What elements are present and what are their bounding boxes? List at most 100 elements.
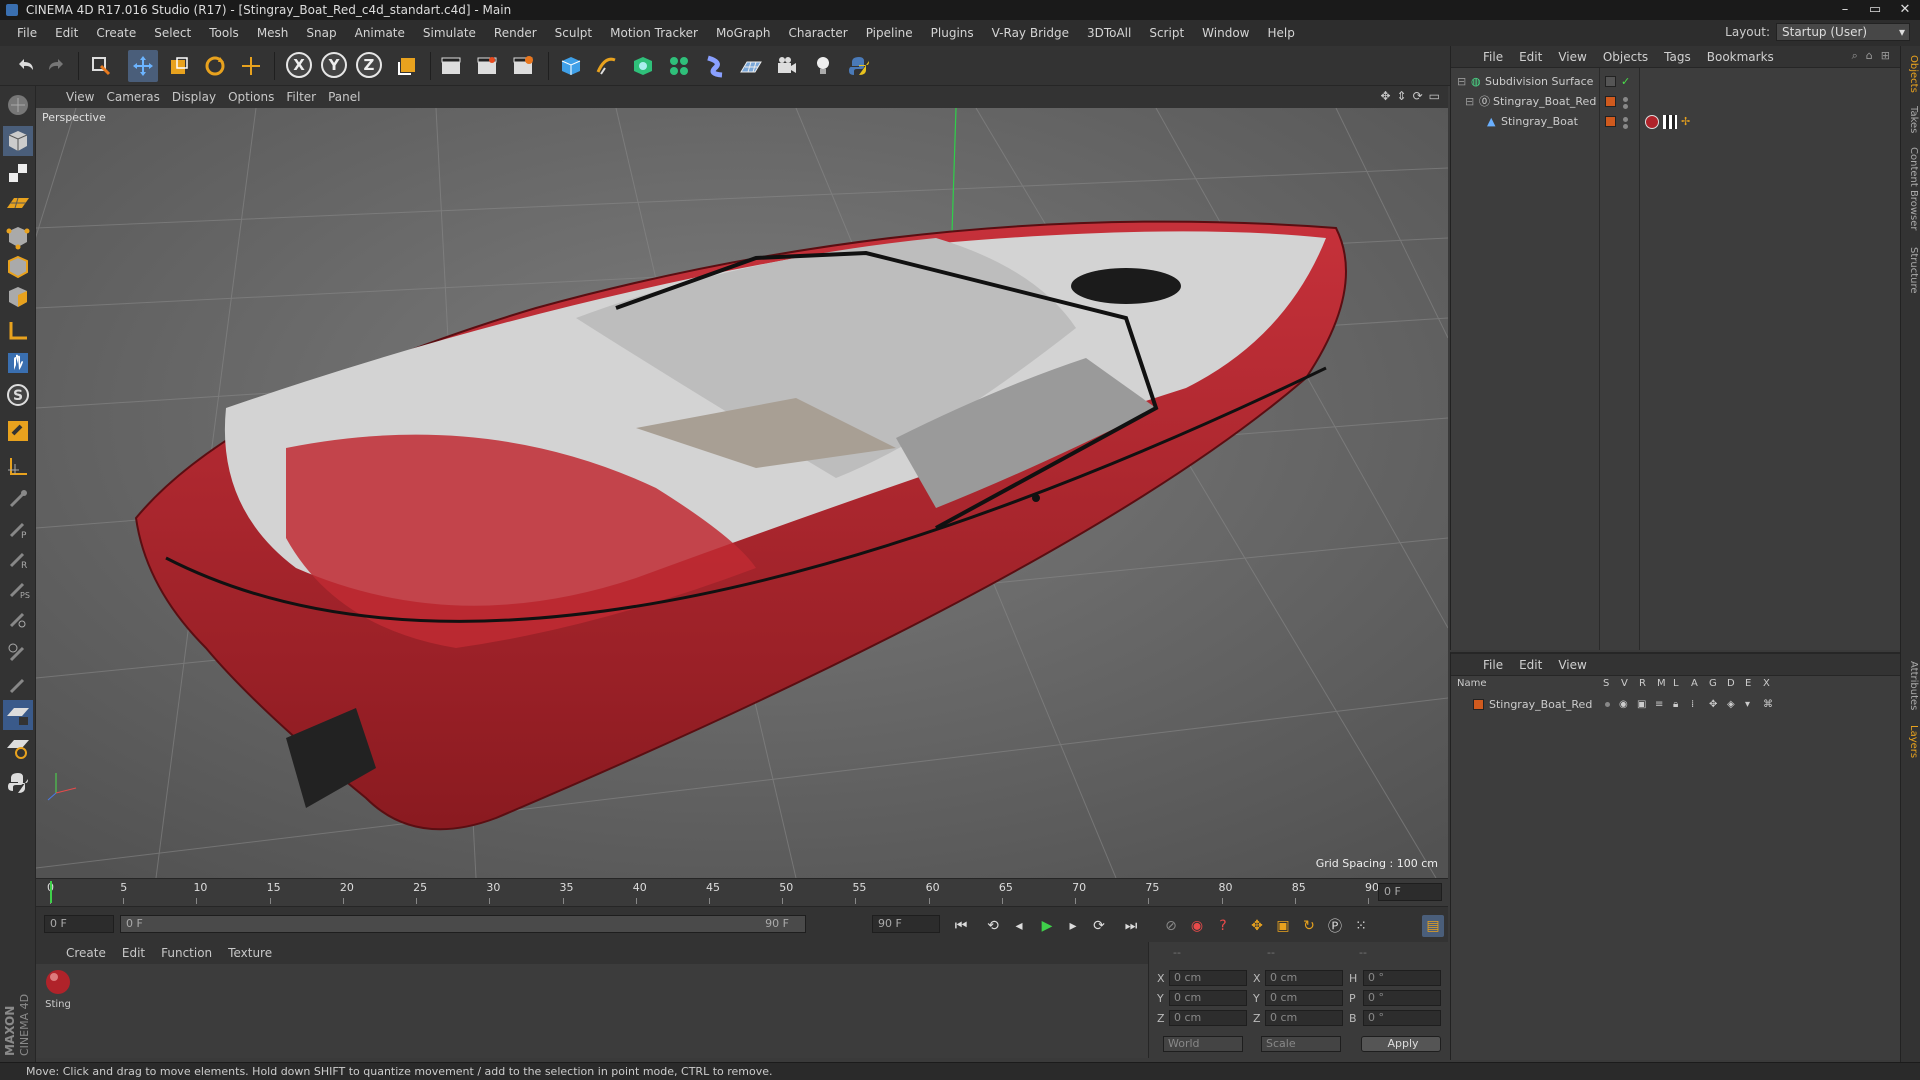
grid-lock-button[interactable] — [3, 700, 33, 730]
go-to-previous-frame-button[interactable]: ◂ — [1008, 915, 1030, 937]
magnet-button[interactable] — [3, 416, 33, 446]
maximize-button[interactable]: ▭ — [1860, 0, 1890, 20]
tab-takes[interactable]: Takes — [1903, 102, 1919, 138]
add-floor-button[interactable] — [736, 50, 766, 82]
layout-select[interactable]: Startup (User) — [1776, 23, 1910, 41]
enabled-check-icon[interactable]: ✓ — [1621, 72, 1630, 92]
menu-script[interactable]: Script — [1140, 20, 1193, 46]
max-frame-field[interactable]: 90 F — [872, 915, 940, 933]
workplane-mode-button[interactable] — [3, 188, 33, 218]
go-to-next-key-button[interactable]: ⟳ — [1088, 915, 1110, 937]
layer-name[interactable]: Stingray_Boat_Red — [1489, 696, 1592, 714]
layer-lock-icon[interactable]: 🔒︎ — [1673, 696, 1678, 714]
menu-sculpt[interactable]: Sculpt — [546, 20, 601, 46]
go-to-start-button[interactable]: ⏮ — [950, 915, 972, 937]
key-position-button[interactable]: ✥ — [1246, 915, 1268, 937]
tab-content-browser[interactable]: Content Browser — [1903, 144, 1919, 234]
viewport-camera-label[interactable]: Perspective — [42, 111, 106, 124]
viewport-zoom-icon[interactable]: ⇕ — [1397, 89, 1407, 103]
viewport-pan-icon[interactable]: ✥ — [1380, 89, 1390, 103]
menu-edit[interactable]: Edit — [46, 20, 87, 46]
objects-menu-bookmarks[interactable]: Bookmarks — [1707, 50, 1790, 64]
objects-menu-objects[interactable]: Objects — [1603, 50, 1664, 64]
enable-axis-button[interactable] — [3, 732, 33, 762]
layers-menu-view[interactable]: View — [1558, 658, 1602, 672]
timeline-ruler[interactable]: 051015202530354045505560657075808590 0 F — [36, 878, 1448, 906]
material-menu-edit[interactable]: Edit — [122, 946, 161, 960]
menu-character[interactable]: Character — [779, 20, 856, 46]
coord-size-z-field[interactable]: 0 cm — [1265, 1010, 1343, 1026]
key-rotation-button[interactable]: ↻ — [1298, 915, 1320, 937]
coord-apply-button[interactable]: Apply — [1361, 1036, 1441, 1052]
python-script-button[interactable] — [844, 50, 874, 82]
render-visibility-dot[interactable] — [1623, 104, 1628, 109]
key-parameter-button[interactable]: Ⓟ — [1324, 915, 1346, 937]
redo-button[interactable] — [42, 50, 72, 82]
polygons-mode-button[interactable] — [3, 282, 33, 312]
menu-file[interactable]: File — [8, 20, 46, 46]
objects-menu-view[interactable]: View — [1558, 50, 1602, 64]
tab-attributes[interactable]: Attributes — [1903, 656, 1919, 716]
sculpt-brush-4-button[interactable]: PS — [3, 574, 33, 604]
layer-expression-icon[interactable]: ▾ — [1745, 696, 1750, 714]
python-button[interactable] — [3, 768, 33, 798]
menu-simulate[interactable]: Simulate — [414, 20, 485, 46]
menu-tools[interactable]: Tools — [200, 20, 248, 46]
material-menu-texture[interactable]: Texture — [228, 946, 288, 960]
menu-plugins[interactable]: Plugins — [922, 20, 983, 46]
axis-mode-button[interactable] — [3, 316, 33, 346]
material-item[interactable]: Sting — [42, 968, 74, 1010]
playhead-marker[interactable] — [50, 881, 52, 903]
layer-color-swatch[interactable] — [1605, 96, 1616, 107]
tweak-mode-button[interactable] — [3, 348, 33, 378]
play-forward-button[interactable]: ▶ — [1036, 915, 1058, 937]
objects-menu-edit[interactable]: Edit — [1519, 50, 1558, 64]
layer-color-swatch[interactable] — [1605, 116, 1616, 127]
object-row[interactable]: ⊟ ⓪ Stingray_Boat_Red — [1451, 92, 1901, 112]
autokeying-button[interactable]: ◉ — [1186, 915, 1208, 937]
viewport-rotate-icon[interactable]: ⟳ — [1413, 89, 1423, 103]
texture-tag-icon[interactable] — [1663, 115, 1677, 129]
search-icon[interactable]: ⌕ — [1852, 49, 1858, 63]
tab-structure[interactable]: Structure — [1903, 242, 1919, 298]
expand-icon[interactable]: ⊞ — [1881, 49, 1890, 63]
visibility-dot[interactable] — [1623, 97, 1628, 102]
keyframe-selection-button[interactable]: ? — [1212, 915, 1234, 937]
layer-color-swatch[interactable] — [1473, 699, 1484, 710]
timeline-end-field[interactable]: 0 F — [1378, 883, 1442, 901]
menu-3dtoall[interactable]: 3DToAll — [1078, 20, 1140, 46]
layers-menu-edit[interactable]: Edit — [1519, 658, 1558, 672]
material-tag-icon[interactable] — [1645, 115, 1659, 129]
coordinate-system-button[interactable] — [392, 50, 422, 82]
objects-menu-file[interactable]: File — [1483, 50, 1519, 64]
go-to-previous-key-button[interactable]: ⟲ — [982, 915, 1004, 937]
add-cube-button[interactable] — [556, 50, 586, 82]
layer-deformer-icon[interactable]: ◈ — [1727, 696, 1735, 714]
viewport-menu-view[interactable]: View — [66, 90, 106, 104]
menu-vray-bridge[interactable]: V-Ray Bridge — [983, 20, 1078, 46]
layer-row[interactable]: Stingray_Boat_Red ◉ ▣ ≡ 🔒︎ ⁞ ✥ ◈ ▾ ⌘ — [1451, 696, 1901, 714]
menu-pipeline[interactable]: Pipeline — [857, 20, 922, 46]
layer-view-eye-icon[interactable]: ◉ — [1619, 696, 1628, 714]
menu-select[interactable]: Select — [145, 20, 200, 46]
sculpt-brush-2-button[interactable]: P — [3, 514, 33, 544]
phong-tag-icon[interactable]: ✢ — [1681, 112, 1690, 132]
scale-tool-button[interactable] — [164, 50, 194, 82]
home-icon[interactable]: ⌂ — [1866, 49, 1873, 63]
render-visibility-dot[interactable] — [1623, 124, 1628, 129]
add-light-button[interactable] — [808, 50, 838, 82]
rotate-tool-button[interactable] — [200, 50, 230, 82]
collapse-icon[interactable]: ⊟ — [1457, 72, 1466, 92]
move-tool-button[interactable] — [128, 50, 158, 82]
menu-mesh[interactable]: Mesh — [248, 20, 298, 46]
coord-size-y-field[interactable]: 0 cm — [1265, 990, 1343, 1006]
visibility-dot[interactable] — [1623, 117, 1628, 122]
sculpt-brush-3-button[interactable]: R — [3, 544, 33, 574]
make-editable-button[interactable] — [3, 90, 33, 120]
coord-rot-p-field[interactable]: 0 ° — [1363, 990, 1441, 1006]
layer-xref-icon[interactable]: ⌘ — [1763, 696, 1773, 714]
model-mode-button[interactable] — [3, 126, 33, 156]
record-keys-button[interactable]: ⊘ — [1160, 915, 1182, 937]
layer-swatch-empty[interactable] — [1605, 76, 1616, 87]
menu-motion-tracker[interactable]: Motion Tracker — [601, 20, 707, 46]
